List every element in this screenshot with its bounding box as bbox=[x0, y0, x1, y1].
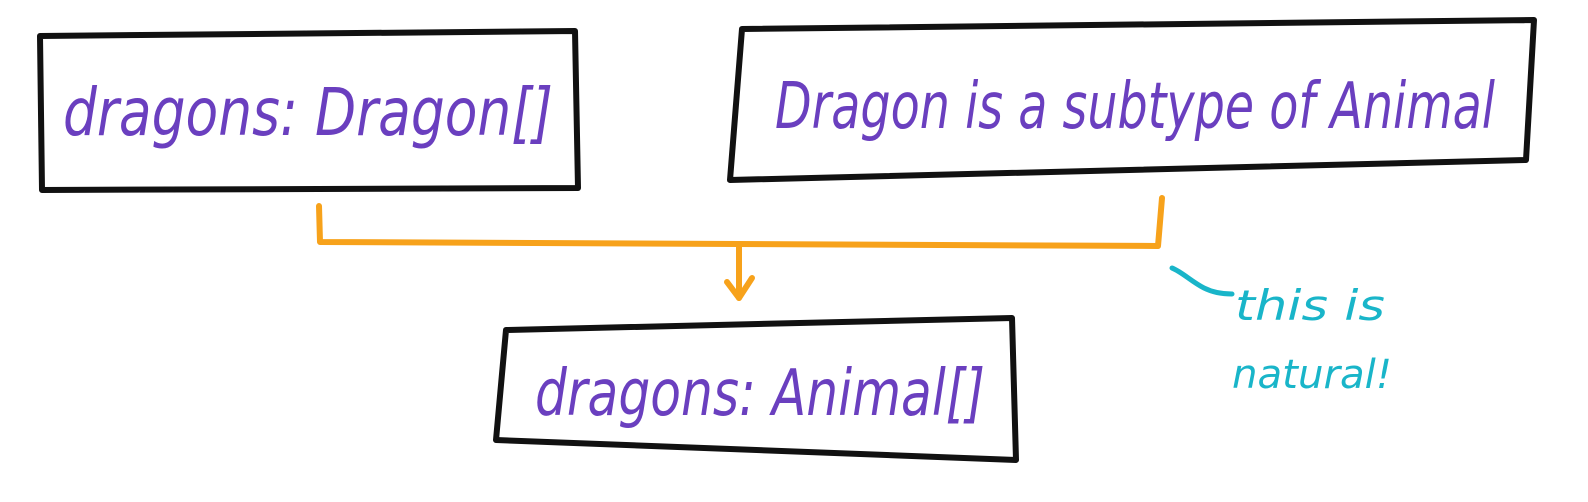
annotation-squiggle bbox=[1169, 265, 1235, 297]
box-dragons-animal-text: dragons: Animal[] bbox=[535, 357, 985, 431]
box-dragons-animal: dragons: Animal[] bbox=[493, 315, 1019, 463]
box-subtype-statement-text: Dragon is a subtype of Animal bbox=[775, 70, 1495, 144]
connector-bracket bbox=[316, 195, 1165, 249]
annotation-natural: this is natural! bbox=[1169, 265, 1392, 398]
annotation-line1: this is bbox=[1235, 281, 1385, 330]
diagram-canvas: dragons: Dragon[] Dragon is a subtype of… bbox=[37, 17, 1537, 463]
box-subtype-statement: Dragon is a subtype of Animal bbox=[727, 17, 1537, 183]
box-dragons-dragon: dragons: Dragon[] bbox=[37, 28, 581, 193]
box-dragons-dragon-text: dragons: Dragon[] bbox=[63, 74, 553, 151]
inference-connector bbox=[316, 195, 1165, 301]
annotation-line2: natural! bbox=[1232, 352, 1392, 398]
